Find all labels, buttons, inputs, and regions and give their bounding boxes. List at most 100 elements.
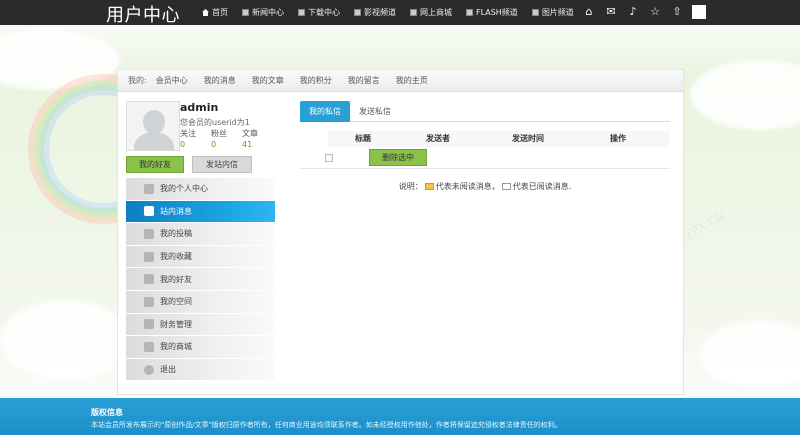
userid-text: 您会员的userid为1 [180,118,250,127]
grid-icon [242,9,249,16]
grid-icon [531,9,539,16]
legend-read: 代表已阅读消息. [512,182,572,191]
avatar-head-shape [143,110,165,134]
friends-icon [144,274,154,285]
avatar-box[interactable] [692,5,706,19]
message-icon [144,206,154,217]
stat-label: 关注 [180,129,196,138]
sidebar-item-site-messages[interactable]: 站内消息 [126,200,275,224]
unread-envelope-icon [424,183,434,190]
nav-home[interactable]: 首页 [202,7,228,18]
home-icon[interactable]: ⌂ [582,5,596,19]
legend: 说明： 代表未阅读消息， 代表已阅读消息. [300,181,670,192]
sidebar-item-label: 我的收藏 [160,252,192,262]
nav-label: 图片频道 [541,8,574,17]
sidebar-item-submissions[interactable]: 我的投稿 [126,223,275,246]
avatar-body-shape [134,132,174,150]
legend-unread: 代表未阅读消息， [435,182,500,191]
edit-icon [144,228,154,239]
breadcrumb-my-comments[interactable]: 我的留言 [348,75,380,86]
avatar[interactable] [126,101,180,151]
sidebar-item-shop[interactable]: 我的商城 [126,336,275,359]
sidebar-item-personal-center[interactable]: 我的个人中心 [126,178,275,201]
chat-icon [144,296,154,307]
power-icon [144,364,154,375]
tab-my-messages[interactable]: 我的私信 [300,101,350,122]
legend-prefix: 说明： [398,182,423,191]
bookmark-icon [144,251,154,262]
home-icon [202,9,209,16]
nav-label: 影视频道 [364,8,396,17]
cart-icon [144,341,154,352]
sidebar-item-label: 我的空间 [160,297,192,307]
top-bar: 用户中心 首页 新闻中心 下载中心 影视频道 网上商城 FLASH频道 图片频道… [0,0,800,26]
nav-shop[interactable]: 网上商城 [410,7,452,18]
sidebar-item-label: 财务管理 [160,319,192,329]
grid-icon [410,9,417,16]
breadcrumb-prefix: 我的: [128,76,147,85]
cloud-decoration [690,60,800,130]
table-header: 标题 发送者 发送时间 操作 [328,131,670,147]
nav-video[interactable]: 影视频道 [354,7,396,18]
page-title: 用户中心 [106,5,180,26]
messages-panel: 我的私信 发送私信 标题 发送者 发送时间 操作 删除选中 说明： 代表未阅读消… [300,101,670,192]
sidebar-item-label: 我的好友 [160,274,192,284]
breadcrumb-my-messages[interactable]: 我的消息 [204,75,236,86]
toolbar: ⌂ ✉ ♪ ☆ ⇧ [582,5,714,19]
sidebar-item-logout[interactable]: 退出 [126,358,275,382]
upload-icon[interactable]: ⇧ [670,5,684,19]
nav-flash[interactable]: FLASH频道 [466,7,518,18]
username: admin [180,101,219,114]
volume-icon[interactable]: ♪ [626,5,640,19]
breadcrumb-member-center[interactable]: 会员中心 [156,75,188,86]
cloud-decoration [700,320,800,390]
top-nav: 首页 新闻中心 下载中心 影视频道 网上商城 FLASH频道 图片频道 [202,7,588,18]
grid-icon [466,9,473,16]
grid-icon [298,9,305,16]
nav-news[interactable]: 新闻中心 [242,7,284,18]
sidebar-item-label: 我的投稿 [160,229,192,239]
user-stats: 关注 0 粉丝 0 文章 41 [180,128,273,149]
stat-value: 0 [211,140,217,149]
sidebar-menu: 我的个人中心 站内消息 我的投稿 我的收藏 我的好友 我的空间 财务管理 我的商… [126,178,275,382]
sidebar-item-label: 站内消息 [160,206,192,216]
table-actions-row: 删除选中 [300,147,670,169]
delete-selected-button[interactable]: 删除选中 [369,149,427,166]
diamond-icon [144,319,154,330]
main-panel: 我的: 会员中心 我的消息 我的文章 我的积分 我的留言 我的主页 admin … [117,69,684,395]
stat-articles[interactable]: 文章 41 [242,128,273,149]
nav-pictures[interactable]: 图片频道 [531,7,574,18]
stat-fans[interactable]: 粉丝 0 [211,128,242,149]
nav-label: 新闻中心 [252,8,284,17]
nav-label: 首页 [212,8,228,17]
footer-copyright: 本站会员所发布展示的"原创作品/文章"版权归原作者所有，任何商业用途均须联系作者… [91,421,562,429]
stat-value: 0 [180,140,186,149]
send-message-button[interactable]: 发站内信 [192,156,252,173]
footer: 版权信息 本站会员所发布展示的"原创作品/文章"版权归原作者所有，任何商业用途均… [0,398,800,435]
select-all-checkbox[interactable] [325,153,333,162]
my-friends-button[interactable]: 我的好友 [126,156,184,173]
column-send-time: 发送时间 [512,134,544,143]
nav-label: FLASH频道 [476,8,518,17]
stat-value: 41 [242,140,253,149]
sidebar-item-finance[interactable]: 财务管理 [126,313,275,337]
breadcrumb-my-points[interactable]: 我的积分 [300,75,332,86]
stat-following[interactable]: 关注 0 [180,128,211,149]
nav-download[interactable]: 下载中心 [298,7,340,18]
cloud-decoration [0,300,130,380]
breadcrumb-my-articles[interactable]: 我的文章 [252,75,284,86]
sidebar-item-label: 我的商城 [160,342,192,352]
mail-icon[interactable]: ✉ [604,5,618,19]
nav-label: 网上商城 [420,8,452,17]
stat-label: 文章 [242,129,258,138]
footer-title: 版权信息 [91,408,123,417]
column-title: 标题 [355,134,371,143]
sidebar-item-friends[interactable]: 我的好友 [126,268,275,291]
breadcrumb-my-homepage[interactable]: 我的主页 [396,75,428,86]
sidebar-item-space[interactable]: 我的空间 [126,290,275,314]
star-icon[interactable]: ☆ [648,5,662,19]
sidebar-item-label: 我的个人中心 [160,184,208,194]
tab-send-message[interactable]: 发送私信 [350,101,400,122]
read-envelope-icon [501,183,511,190]
sidebar-item-favorites[interactable]: 我的收藏 [126,245,275,269]
